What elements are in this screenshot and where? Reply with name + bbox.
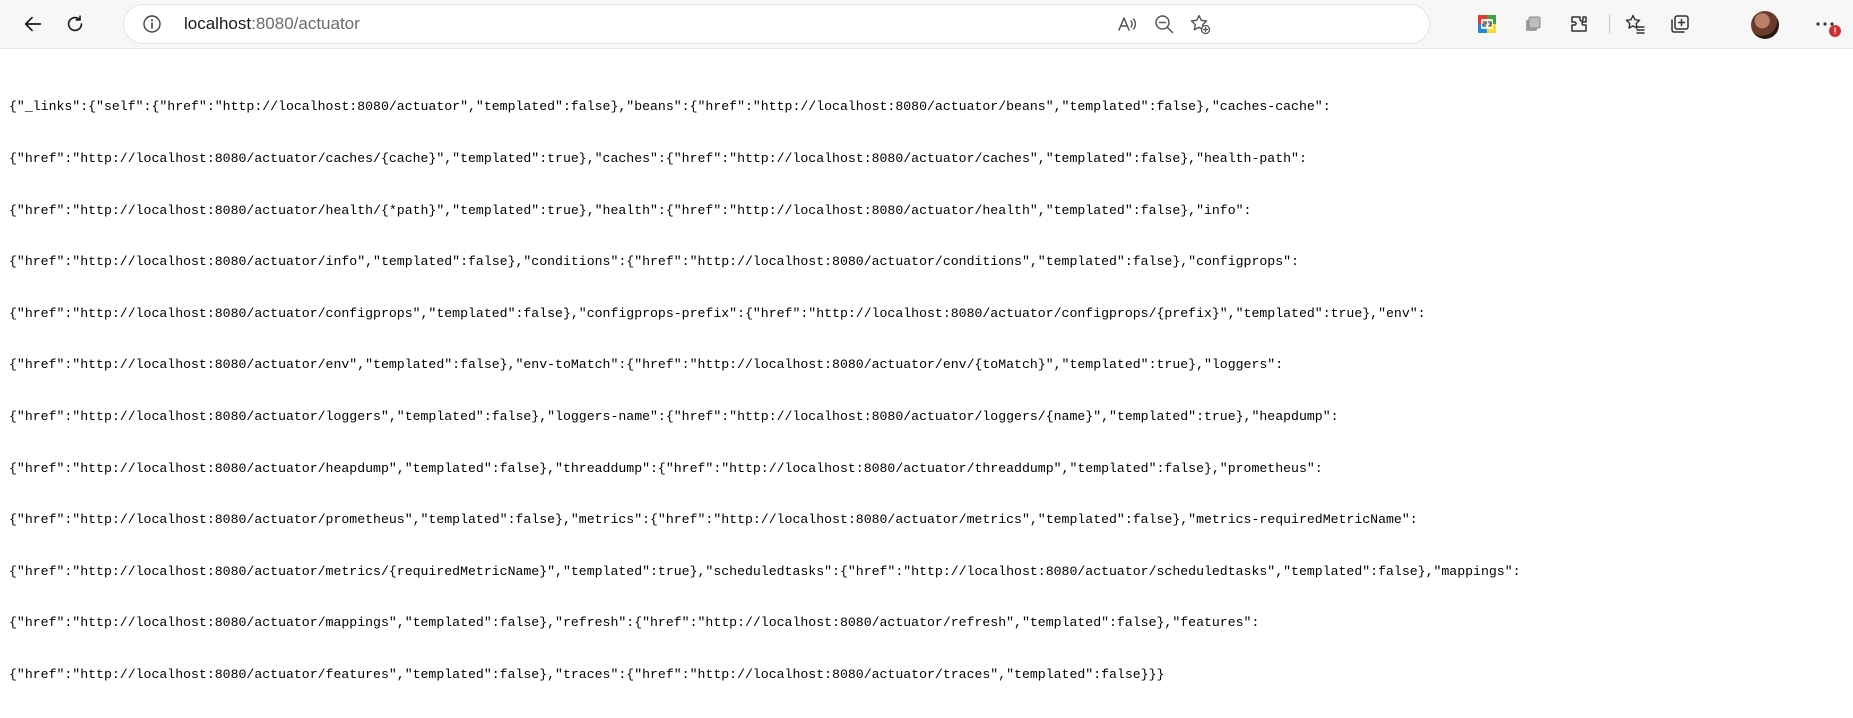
url-text[interactable]: localhost:8080/actuator xyxy=(184,15,360,33)
url-path: :8080/actuator xyxy=(251,14,360,33)
extensions-icon[interactable] xyxy=(1562,7,1596,41)
json-response: {"_links":{"self":{"href":"http://localh… xyxy=(9,64,1839,718)
page-content: {"_links":{"self":{"href":"http://localh… xyxy=(9,64,1839,718)
add-favorite-icon[interactable] xyxy=(1189,13,1211,35)
json-line: {"href":"http://localhost:8080/actuator/… xyxy=(9,202,1252,218)
json-line: {"href":"http://localhost:8080/actuator/… xyxy=(9,512,1418,528)
notification-badge-icon: ! xyxy=(1829,25,1841,37)
json-line: {"href":"http://localhost:8080/actuator/… xyxy=(9,408,1339,424)
address-bar[interactable]: localhost:8080/actuator xyxy=(124,5,1429,43)
read-aloud-icon[interactable] xyxy=(1116,13,1138,35)
json-line: {"href":"http://localhost:8080/actuator/… xyxy=(9,254,1299,270)
favorites-icon[interactable] xyxy=(1618,7,1652,41)
json-line: {"href":"http://localhost:8080/actuator/… xyxy=(9,357,1284,373)
json-line: {"_links":{"self":{"href":"http://localh… xyxy=(9,99,1331,115)
info-icon[interactable] xyxy=(142,14,162,34)
profile-avatar[interactable] xyxy=(1751,11,1779,39)
refresh-icon[interactable] xyxy=(58,7,92,41)
json-line: {"href":"http://localhost:8080/actuator/… xyxy=(9,305,1426,321)
json-line: {"href":"http://localhost:8080/actuator/… xyxy=(9,151,1307,166)
collections-icon[interactable] xyxy=(1516,7,1550,41)
json-line: {"href":"http://localhost:8080/actuator/… xyxy=(9,460,1323,476)
toolbar-separator xyxy=(1609,14,1610,34)
tab-actions-icon[interactable] xyxy=(1663,7,1697,41)
back-icon[interactable] xyxy=(16,7,50,41)
json-line: {"href":"http://localhost:8080/actuator/… xyxy=(9,615,1260,631)
url-host: localhost xyxy=(184,14,252,33)
zoom-out-icon[interactable] xyxy=(1153,13,1175,35)
extension-s3-icon[interactable] xyxy=(1470,7,1504,41)
json-line: {"href":"http://localhost:8080/actuator/… xyxy=(9,563,1521,579)
browser-toolbar: localhost:8080/actuator ! xyxy=(0,0,1853,49)
json-line: {"href":"http://localhost:8080/actuator/… xyxy=(9,666,1165,682)
